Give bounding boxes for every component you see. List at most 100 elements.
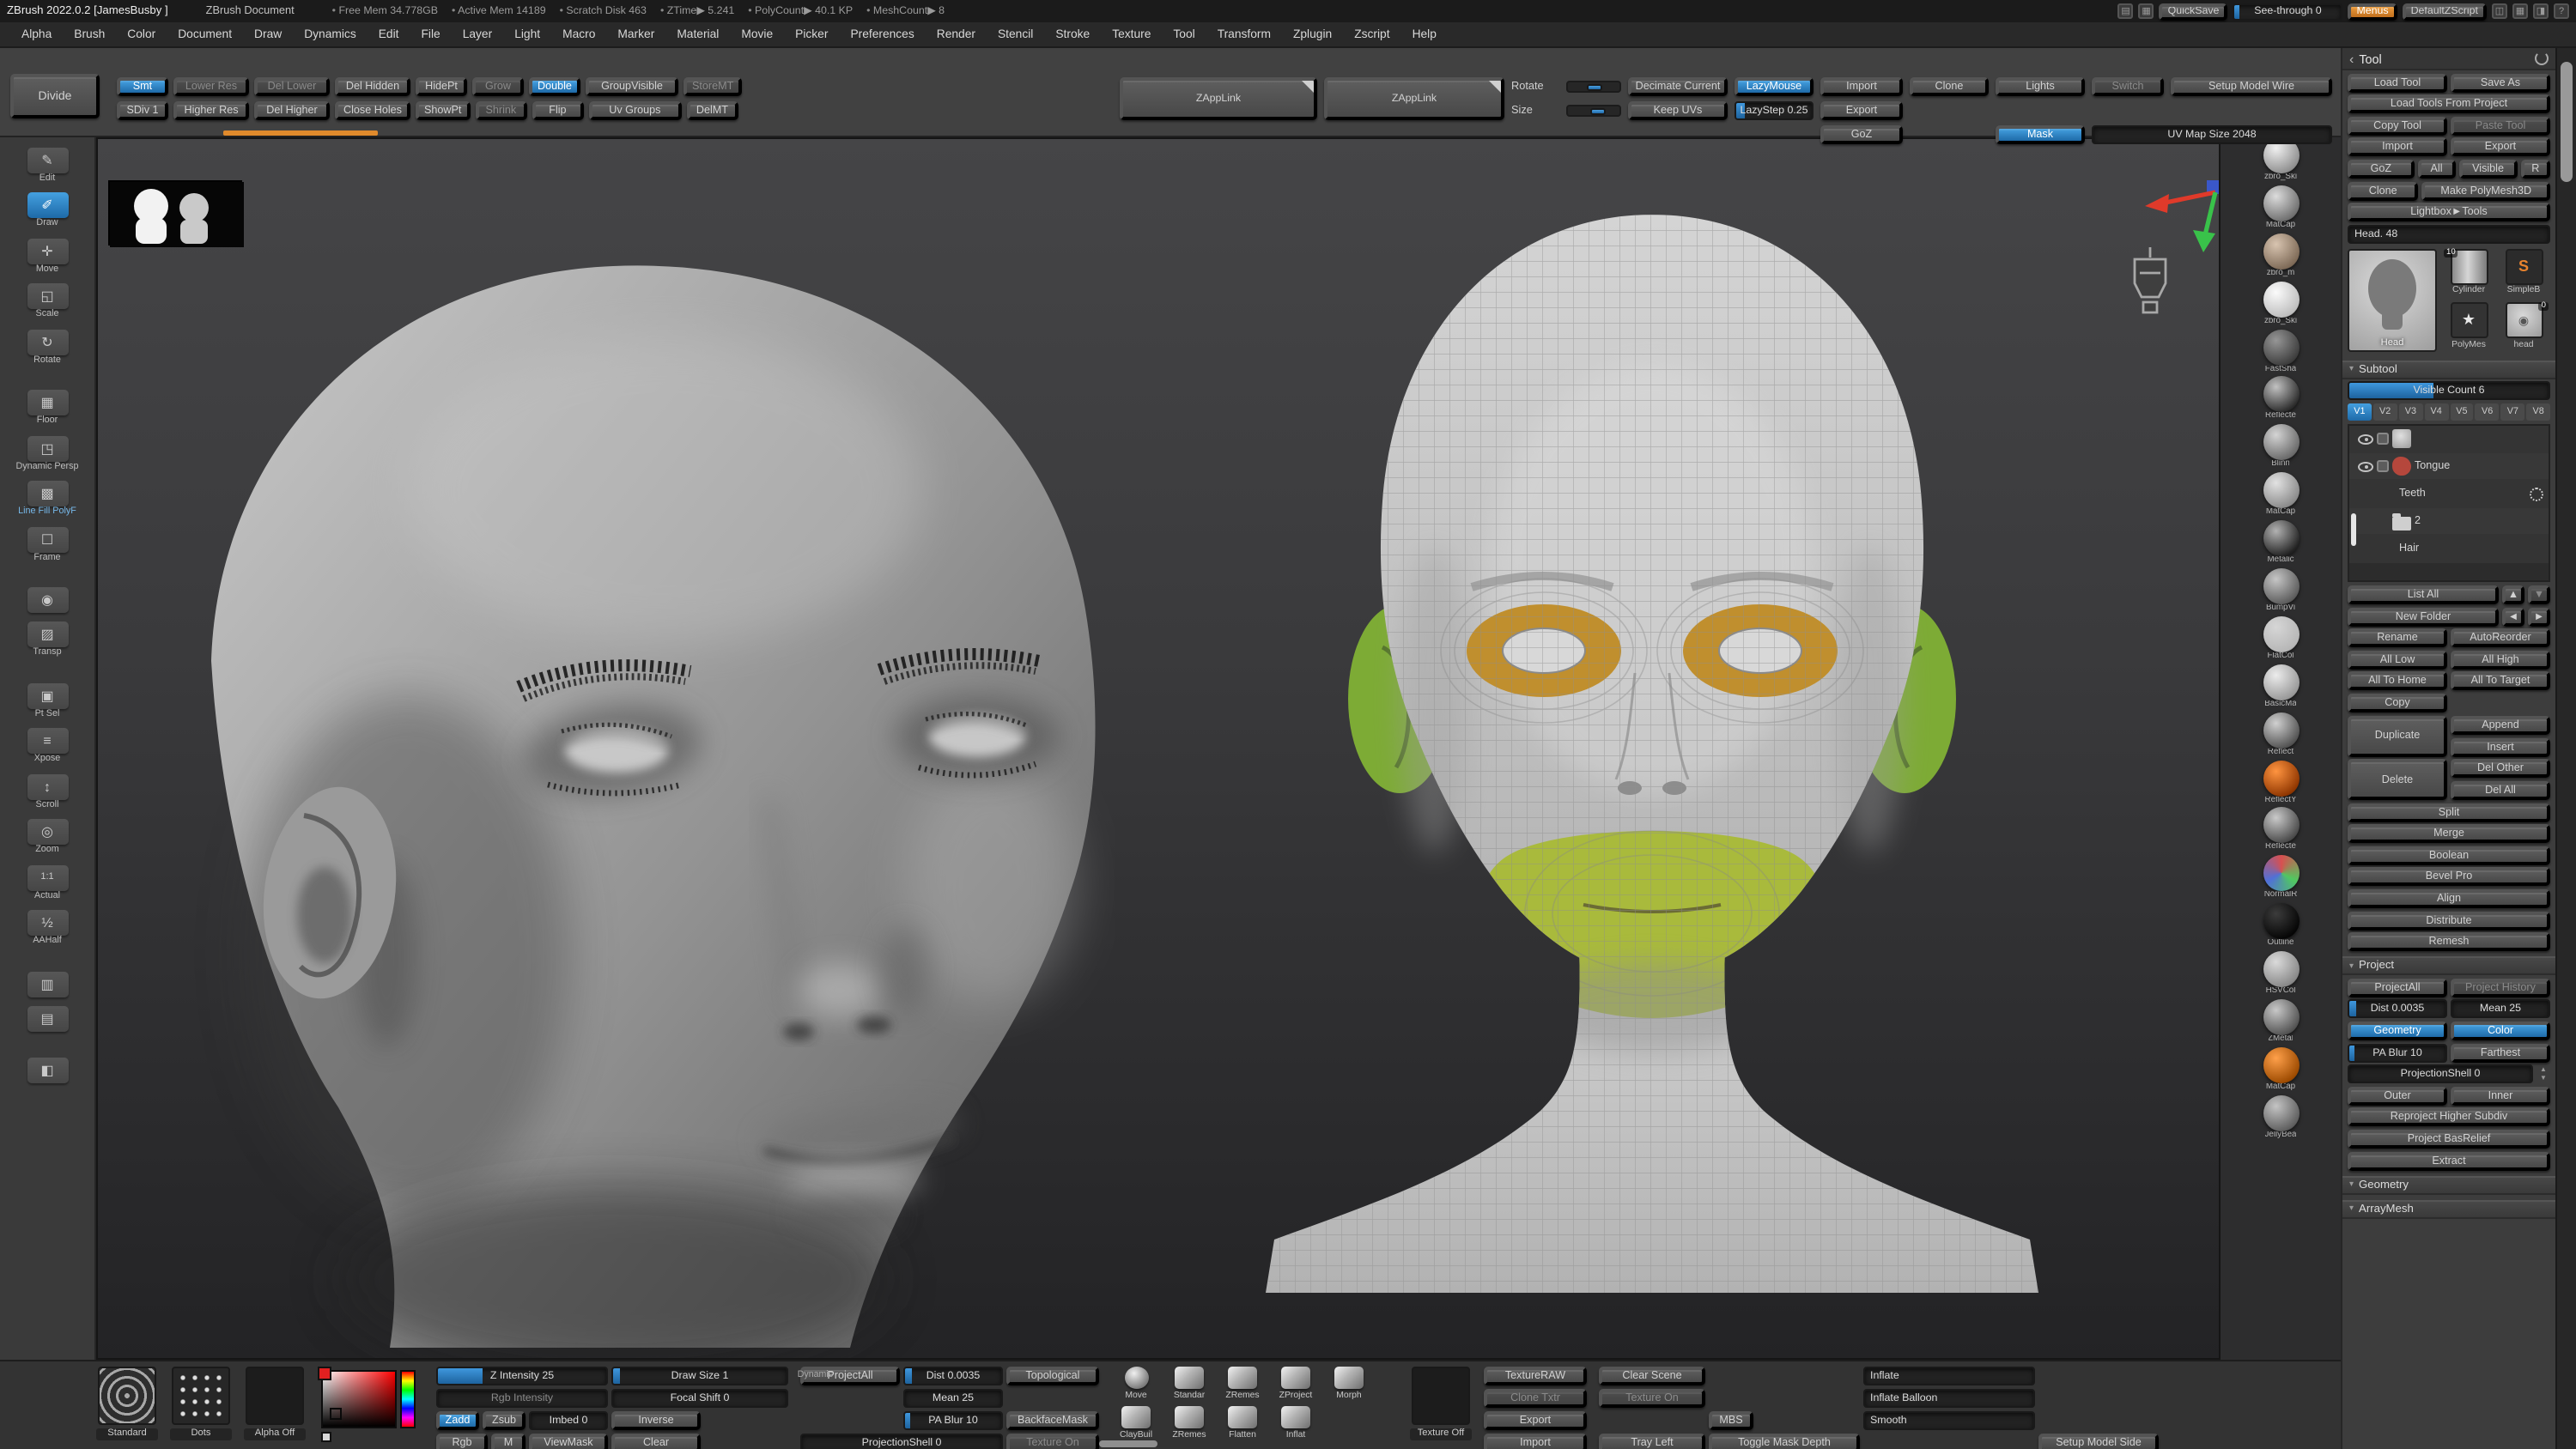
make-polymesh3d-button[interactable]: Make PolyMesh3D	[2421, 181, 2550, 201]
insert-button[interactable]: Insert	[2451, 737, 2550, 756]
copy-subtool-button[interactable]: Copy	[2348, 693, 2447, 712]
quick-brush-tile[interactable]: Morph	[1324, 1367, 1374, 1401]
matcap-item[interactable]: Reflect	[2255, 712, 2306, 757]
menu-item[interactable]: Color	[116, 22, 167, 46]
left-toolbar-item[interactable]: Move	[8, 238, 87, 276]
shelf-button[interactable]: SDiv 1	[117, 101, 168, 120]
goz-tool-button[interactable]: GoZ	[2348, 159, 2415, 179]
inflate-slider[interactable]: Inflate	[1863, 1367, 2035, 1385]
current-stroke[interactable]: Dots	[170, 1367, 232, 1440]
texture-on-button[interactable]: Texture On	[1006, 1434, 1099, 1449]
shelf-button[interactable]: GroupVisible	[586, 77, 678, 96]
visible-count-slider[interactable]: Visible Count 6	[2348, 381, 2550, 401]
texture-raw-button[interactable]: TextureRAW	[1484, 1367, 1587, 1385]
project-basrelief-button[interactable]: Project BasRelief	[2348, 1130, 2550, 1149]
size-track[interactable]	[1566, 105, 1621, 117]
grid-icon[interactable]: ▦	[2512, 3, 2528, 19]
subtool-row[interactable]	[2349, 426, 2549, 454]
inverse-button[interactable]: Inverse	[611, 1411, 701, 1430]
load-tool-button[interactable]: Load Tool	[2348, 73, 2447, 93]
uv-map-size-slider[interactable]: UV Map Size 2048	[2092, 125, 2332, 144]
shelf-button[interactable]: Del Hidden	[335, 77, 410, 96]
left-toolbar-item[interactable]: Scale	[8, 283, 87, 322]
save-as-button[interactable]: Save As	[2451, 73, 2550, 93]
texture-export-button[interactable]: Export	[1484, 1411, 1587, 1430]
setup-model-side-button[interactable]: Setup Model Side	[2038, 1434, 2159, 1449]
project-all-button[interactable]: ProjectAll	[2348, 978, 2447, 997]
left-toolbar-item[interactable]: Floor	[8, 390, 87, 427]
zadd-button[interactable]: Zadd	[436, 1411, 479, 1430]
zsub-button[interactable]: Zsub	[483, 1411, 526, 1430]
shelf-button[interactable]: DelMT	[686, 101, 738, 120]
slider-nudge-icons[interactable]: ▲ ▼	[2537, 1064, 2550, 1083]
view-tab[interactable]: V6	[2475, 403, 2500, 421]
rgb-button[interactable]: Rgb	[436, 1434, 488, 1449]
left-toolbar-item[interactable]: Transp	[8, 621, 87, 660]
menu-item[interactable]: Picker	[784, 22, 839, 46]
new-folder-button[interactable]: New Folder	[2348, 607, 2499, 627]
memory-icon[interactable]: ▦	[2138, 3, 2154, 19]
dynamic-label[interactable]: Dynamic	[798, 1370, 833, 1380]
del-all-button[interactable]: Del All	[2451, 781, 2550, 801]
tray-mean-slider[interactable]: Mean 25	[903, 1389, 1003, 1408]
reproject-higher-subdiv-button[interactable]: Reproject Higher Subdiv	[2348, 1107, 2550, 1127]
remesh-button[interactable]: Remesh	[2348, 932, 2550, 952]
switch-button[interactable]: Switch	[2092, 77, 2164, 96]
shelf-button[interactable]: ShowPt	[416, 101, 471, 120]
m-button[interactable]: M	[491, 1434, 526, 1449]
menu-item[interactable]: Zplugin	[1282, 22, 1343, 46]
tray-dist-slider[interactable]: Dist 0.0035	[903, 1367, 1003, 1385]
current-alpha[interactable]: Alpha Off	[244, 1367, 306, 1440]
matcap-item[interactable]: Outline	[2255, 903, 2306, 949]
matcap-item[interactable]: FastSha	[2255, 329, 2306, 374]
rgb-intensity-slider[interactable]: Rgb Intensity	[436, 1389, 608, 1408]
move-up-button[interactable]: ▲	[2502, 585, 2524, 604]
left-toolbar-item[interactable]: Draw	[8, 192, 87, 231]
split-button[interactable]: Split	[2348, 803, 2550, 822]
rotate-track[interactable]	[1566, 81, 1621, 93]
left-toolbar-item[interactable]: Xpose	[8, 728, 87, 767]
hue-strip[interactable]	[400, 1370, 416, 1428]
fold-right-button[interactable]: ►	[2528, 607, 2550, 627]
paint-icon[interactable]	[2377, 433, 2389, 446]
subtool-row[interactable]: Teeth	[2349, 481, 2549, 509]
menu-item[interactable]: Transform	[1206, 22, 1282, 46]
copy-tool-button[interactable]: Copy Tool	[2348, 116, 2447, 136]
shelf-button[interactable]: Uv Groups	[588, 101, 682, 120]
help-icon[interactable]: ?	[2554, 3, 2569, 19]
keep-uvs-button[interactable]: Keep UVs	[1628, 101, 1728, 120]
shelf-button[interactable]: Double	[529, 77, 580, 96]
append-button[interactable]: Append	[2451, 715, 2550, 734]
all-high-button[interactable]: All High	[2451, 650, 2550, 670]
paste-tool-button[interactable]: Paste Tool	[2451, 116, 2550, 136]
menu-item[interactable]: Zscript	[1343, 22, 1400, 46]
geometry-section-header[interactable]: Geometry	[2342, 1175, 2555, 1195]
subtool-list[interactable]: Tongue Teeth 2 Hair	[2348, 424, 2550, 583]
all-to-target-button[interactable]: All To Target	[2451, 671, 2550, 691]
setup-model-wire-button[interactable]: Setup Model Wire	[2171, 77, 2332, 96]
outer-button[interactable]: Outer	[2348, 1086, 2447, 1106]
see-through-slider[interactable]: See-through 0	[2233, 3, 2343, 20]
color-picker[interactable]	[318, 1367, 424, 1446]
subtool-row[interactable]: 2	[2349, 508, 2549, 537]
document-canvas[interactable]	[96, 137, 2221, 1360]
bevel-pro-button[interactable]: Bevel Pro	[2348, 867, 2550, 887]
mean-slider[interactable]: Mean 25	[2451, 999, 2550, 1019]
divide-button[interactable]: Divide	[10, 74, 100, 118]
subtool-section-header[interactable]: Subtool	[2342, 360, 2555, 379]
view-tab[interactable]: V1	[2348, 403, 2372, 421]
scrollbar-thumb[interactable]	[2561, 62, 2573, 182]
matcap-item[interactable]: MatCap	[2255, 185, 2306, 231]
menu-item[interactable]: Brush	[63, 22, 116, 46]
menu-item[interactable]: Light	[503, 22, 551, 46]
matcap-item[interactable]: Blinn	[2255, 424, 2306, 470]
left-toolbar-item[interactable]	[8, 1057, 87, 1084]
export-tool-button[interactable]: Export	[2451, 137, 2550, 157]
all-low-button[interactable]: All Low	[2348, 650, 2447, 670]
tool-count-slider[interactable]: Head. 48	[2348, 224, 2550, 244]
size-thumb[interactable]	[1589, 107, 1606, 115]
gear-icon[interactable]	[2530, 487, 2543, 501]
shelf-button[interactable]: StoreMT	[683, 77, 743, 96]
goz-visible-button[interactable]: Visible	[2458, 159, 2518, 179]
backface-mask-button[interactable]: BackfaceMask	[1006, 1411, 1099, 1430]
